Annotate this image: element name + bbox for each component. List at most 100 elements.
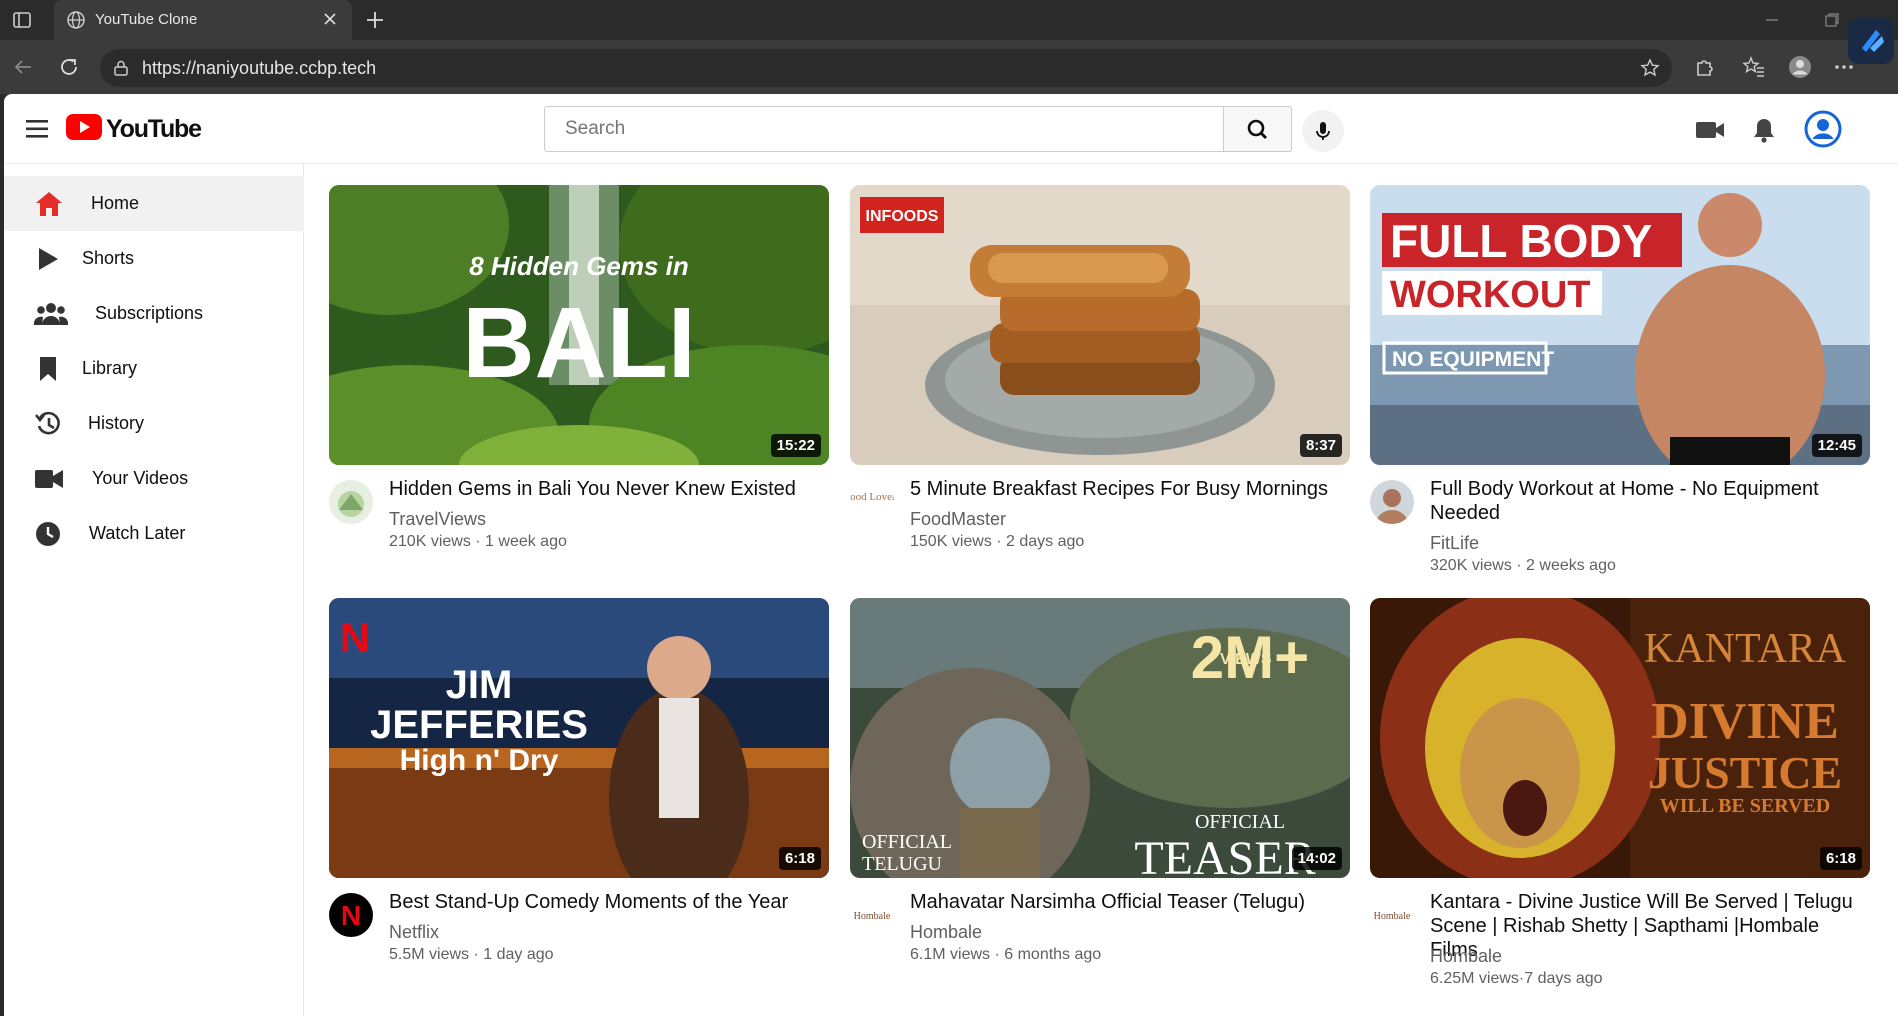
- channel-name[interactable]: Hombale: [910, 922, 982, 943]
- voice-search-button[interactable]: [1302, 110, 1344, 152]
- youtube-logo-icon: [66, 114, 102, 140]
- globe-icon: [66, 10, 86, 30]
- sidebar-item-your-videos[interactable]: Your Videos: [4, 451, 304, 506]
- video-title[interactable]: 5 Minute Breakfast Recipes For Busy Morn…: [910, 477, 1350, 501]
- bell-icon[interactable]: [1748, 114, 1780, 146]
- thumb-caption: JUSTICE: [1648, 747, 1842, 798]
- search-bar: [544, 106, 1294, 152]
- channel-name[interactable]: Hombale: [1430, 946, 1502, 967]
- mic-icon: [1316, 122, 1330, 140]
- duration-badge: 6:18: [1819, 847, 1862, 870]
- history-icon: [34, 409, 64, 439]
- reload-icon[interactable]: [58, 56, 80, 78]
- thumb-caption: JIM: [446, 663, 513, 707]
- create-video-icon[interactable]: [1694, 114, 1726, 146]
- video-meta: 210K views · 1 week ago: [389, 533, 567, 550]
- video-title[interactable]: Full Body Workout at Home - No Equipment…: [1430, 477, 1870, 525]
- lock-icon[interactable]: [112, 59, 130, 77]
- sidebar-item-label: Library: [82, 358, 138, 378]
- favorites-icon[interactable]: [1742, 55, 1766, 79]
- channel-avatar[interactable]: Food Lovers: [850, 480, 894, 524]
- video-thumbnail[interactable]: KANTARA DIVINE JUSTICE WILL BE SERVED 6:…: [1370, 598, 1870, 878]
- svg-text:Food Lovers: Food Lovers: [850, 491, 894, 503]
- thumb-caption: BALI: [462, 287, 695, 399]
- thumb-caption: N: [340, 614, 370, 661]
- channel-avatar[interactable]: Hombale: [850, 893, 894, 937]
- thumb-caption: KANTARA: [1644, 626, 1847, 672]
- channel-name[interactable]: FoodMaster: [910, 509, 1006, 530]
- menu-icon[interactable]: [24, 118, 52, 140]
- channel-name[interactable]: Netflix: [389, 922, 439, 943]
- sidebar-item-label: Your Videos: [92, 468, 189, 488]
- star-icon[interactable]: [1640, 58, 1660, 78]
- video-meta: 320K views · 2 weeks ago: [1430, 557, 1616, 574]
- restore-icon[interactable]: [1822, 10, 1842, 30]
- url-field[interactable]: https://naniyoutube.ccbp.tech: [100, 49, 1672, 87]
- video-title[interactable]: Hidden Gems in Bali You Never Knew Exist…: [389, 477, 829, 501]
- video-thumbnail[interactable]: 2M+ VIEWS OFFICIAL TELUGU OFFICIAL TEASE…: [850, 598, 1350, 878]
- thumb-caption: NO EQUIPMENT: [1392, 348, 1554, 371]
- youtube-header: YouTube: [4, 94, 1898, 164]
- video-meta: 5.5M views · 1 day ago: [389, 946, 554, 963]
- video-meta: 150K views · 2 days ago: [910, 533, 1085, 550]
- sidebar-item-library[interactable]: Library: [4, 341, 304, 396]
- minimize-icon[interactable]: [1762, 10, 1782, 30]
- video-thumbnail[interactable]: N JIM JEFFERIES High n' Dry 6:18: [329, 598, 829, 878]
- video-title[interactable]: Best Stand-Up Comedy Moments of the Year: [389, 890, 829, 914]
- search-button[interactable]: [1224, 106, 1292, 152]
- channel-name[interactable]: FitLife: [1430, 533, 1479, 554]
- thumb-caption: FULL BODY: [1390, 215, 1652, 267]
- thumb-caption: DIVINE: [1651, 693, 1839, 750]
- duration-badge: 12:45: [1811, 434, 1862, 457]
- thumb-caption: INFOODS: [866, 208, 939, 225]
- duration-badge: 14:02: [1291, 847, 1342, 870]
- search-input[interactable]: [544, 106, 1224, 152]
- profile-icon[interactable]: [1788, 55, 1812, 79]
- video-camera-icon: [34, 464, 64, 494]
- svg-text:N: N: [341, 900, 361, 931]
- video-title[interactable]: Mahavatar Narsimha Official Teaser (Telu…: [910, 890, 1350, 914]
- thumb-caption: JEFFERIES: [370, 703, 588, 747]
- thumb-caption: 8 Hidden Gems in: [469, 251, 689, 281]
- browser-tab[interactable]: YouTube Clone: [54, 0, 352, 40]
- account-avatar-icon[interactable]: [1804, 110, 1842, 148]
- people-icon: [33, 299, 69, 329]
- clock-icon: [34, 519, 64, 549]
- sidebar-item-history[interactable]: History: [4, 396, 304, 451]
- sidebar-toggle-icon[interactable]: [12, 10, 32, 30]
- channel-name[interactable]: TravelViews: [389, 509, 486, 530]
- thumb-caption: VIEWS: [1220, 651, 1272, 668]
- svg-text:Hombale: Hombale: [1374, 911, 1411, 922]
- sidebar-item-label: Watch Later: [89, 523, 186, 543]
- channel-avatar[interactable]: [1370, 480, 1414, 524]
- close-icon[interactable]: [322, 11, 338, 27]
- thumb-caption: TEASER: [1134, 832, 1315, 878]
- sidebar-item-home[interactable]: Home: [4, 176, 304, 231]
- sidebar-item-shorts[interactable]: Shorts: [4, 231, 304, 286]
- copilot-icon[interactable]: [1848, 18, 1894, 64]
- page-viewport: YouTube Home: [4, 94, 1898, 1016]
- thumb-caption: WILL BE SERVED: [1660, 795, 1830, 817]
- back-arrow-icon[interactable]: [12, 56, 34, 78]
- channel-avatar[interactable]: N: [329, 893, 373, 937]
- extensions-icon[interactable]: [1692, 55, 1716, 79]
- bookmark-icon: [34, 354, 64, 384]
- sidebar-item-label: History: [88, 413, 145, 433]
- duration-badge: 8:37: [1299, 434, 1342, 457]
- video-thumbnail[interactable]: INFOODS 8:37: [850, 185, 1350, 465]
- sidebar-item-subscriptions[interactable]: Subscriptions: [4, 286, 304, 341]
- channel-avatar[interactable]: [329, 480, 373, 524]
- sidebar-item-label: Shorts: [82, 248, 135, 268]
- video-thumbnail[interactable]: 8 Hidden Gems in BALI 15:22: [329, 185, 829, 465]
- video-grid: 8 Hidden Gems in BALI 15:22 Hidden Gems …: [304, 164, 1898, 1016]
- home-icon: [34, 189, 64, 219]
- sidebar-item-label: Home: [91, 193, 140, 213]
- channel-avatar[interactable]: Hombale: [1370, 893, 1414, 937]
- video-thumbnail[interactable]: FULL BODY WORKOUT NO EQUIPMENT 12:45: [1370, 185, 1870, 465]
- plus-icon[interactable]: [364, 9, 386, 31]
- duration-badge: 6:18: [778, 847, 821, 870]
- thumb-caption: WORKOUT: [1390, 274, 1591, 316]
- sidebar-item-watch-later[interactable]: Watch Later: [4, 506, 304, 561]
- search-icon: [1247, 119, 1267, 139]
- sidebar: Home Shorts Subscriptions Library Histor…: [4, 164, 304, 1016]
